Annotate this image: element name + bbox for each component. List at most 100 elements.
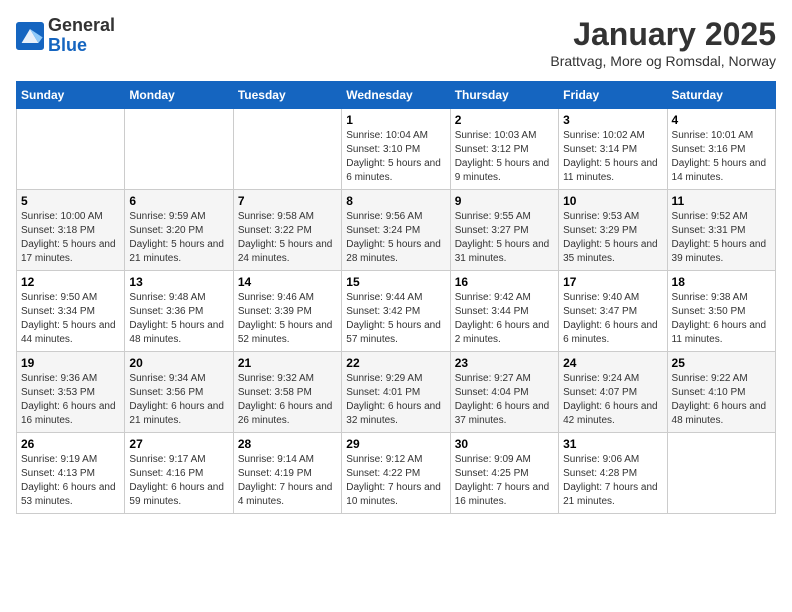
calendar-cell: 20 Sunrise: 9:34 AMSunset: 3:56 PMDayligh… xyxy=(125,352,233,433)
calendar-cell: 21 Sunrise: 9:32 AMSunset: 3:58 PMDayligh… xyxy=(233,352,341,433)
calendar-cell: 30 Sunrise: 9:09 AMSunset: 4:25 PMDayligh… xyxy=(450,433,558,514)
calendar-cell: 23 Sunrise: 9:27 AMSunset: 4:04 PMDayligh… xyxy=(450,352,558,433)
day-number: 29 xyxy=(346,437,445,451)
day-number: 26 xyxy=(21,437,120,451)
calendar-cell: 8Sunrise: 9:56 AMSunset: 3:24 PMDaylight… xyxy=(342,190,450,271)
calendar-cell: 3 Sunrise: 10:02 AMSunset: 3:14 PMDayligh… xyxy=(559,109,667,190)
logo-icon xyxy=(16,22,44,50)
day-info: Sunrise: 9:40 AMSunset: 3:47 PMDaylight:… xyxy=(563,291,662,347)
day-info: Sunrise: 9:36 AMSunset: 3:53 PMDaylight:… xyxy=(21,372,120,428)
calendar-header-sunday: Sunday xyxy=(17,82,125,109)
day-number: 20 xyxy=(129,356,228,370)
calendar-cell: 12Sunrise: 9:50 AMSunset: 3:34 PMDayligh… xyxy=(17,271,125,352)
calendar-week-1: 1Sunrise: 10:04 AMSunset: 3:10 PMDayligh… xyxy=(17,109,776,190)
day-number: 22 xyxy=(346,356,445,370)
day-number: 4 xyxy=(672,113,771,127)
day-number: 14 xyxy=(238,275,337,289)
day-number: 18 xyxy=(672,275,771,289)
calendar-cell: 22 Sunrise: 9:29 AMSunset: 4:01 PMDayligh… xyxy=(342,352,450,433)
day-number: 31 xyxy=(563,437,662,451)
calendar-cell: 18 Sunrise: 9:38 AMSunset: 3:50 PMDayligh… xyxy=(667,271,775,352)
calendar-header-friday: Friday xyxy=(559,82,667,109)
calendar-cell: 5Sunrise: 10:00 AMSunset: 3:18 PMDayligh… xyxy=(17,190,125,271)
logo-blue: Blue xyxy=(48,36,115,56)
day-info: Sunrise: 9:59 AMSunset: 3:20 PMDaylight:… xyxy=(129,210,228,266)
day-info: Sunrise: 9:52 AMSunset: 3:31 PMDaylight:… xyxy=(672,210,771,266)
day-info: Sunrise: 10:04 AMSunset: 3:10 PMDaylight… xyxy=(346,129,445,185)
calendar-week-3: 12Sunrise: 9:50 AMSunset: 3:34 PMDayligh… xyxy=(17,271,776,352)
day-number: 6 xyxy=(129,194,228,208)
day-info: Sunrise: 9:53 AMSunset: 3:29 PMDaylight:… xyxy=(563,210,662,266)
day-number: 17 xyxy=(563,275,662,289)
day-number: 27 xyxy=(129,437,228,451)
calendar-week-5: 26 Sunrise: 9:19 AMSunset: 4:13 PMDayligh… xyxy=(17,433,776,514)
day-info: Sunrise: 9:24 AMSunset: 4:07 PMDaylight:… xyxy=(563,372,662,428)
day-info: Sunrise: 9:22 AMSunset: 4:10 PMDaylight:… xyxy=(672,372,771,428)
calendar-cell: 4 Sunrise: 10:01 AMSunset: 3:16 PMDayligh… xyxy=(667,109,775,190)
day-number: 2 xyxy=(455,113,554,127)
day-number: 15 xyxy=(346,275,445,289)
calendar-cell: 15 Sunrise: 9:44 AMSunset: 3:42 PMDayligh… xyxy=(342,271,450,352)
day-info: Sunrise: 10:01 AMSunset: 3:16 PMDaylight… xyxy=(672,129,771,185)
calendar-header-thursday: Thursday xyxy=(450,82,558,109)
calendar-cell: 17 Sunrise: 9:40 AMSunset: 3:47 PMDayligh… xyxy=(559,271,667,352)
calendar-header-row: SundayMondayTuesdayWednesdayThursdayFrid… xyxy=(17,82,776,109)
calendar-cell: 26 Sunrise: 9:19 AMSunset: 4:13 PMDayligh… xyxy=(17,433,125,514)
title-area: January 2025 Brattvag, More og Romsdal, … xyxy=(550,16,776,69)
day-info: Sunrise: 9:44 AMSunset: 3:42 PMDaylight:… xyxy=(346,291,445,347)
page-header: General Blue January 2025 Brattvag, More… xyxy=(16,16,776,69)
calendar-week-2: 5Sunrise: 10:00 AMSunset: 3:18 PMDayligh… xyxy=(17,190,776,271)
calendar-cell xyxy=(233,109,341,190)
day-info: Sunrise: 9:09 AMSunset: 4:25 PMDaylight:… xyxy=(455,453,554,509)
day-info: Sunrise: 9:50 AMSunset: 3:34 PMDaylight:… xyxy=(21,291,120,347)
calendar-cell: 2 Sunrise: 10:03 AMSunset: 3:12 PMDayligh… xyxy=(450,109,558,190)
location-subtitle: Brattvag, More og Romsdal, Norway xyxy=(550,53,776,69)
calendar-cell: 6 Sunrise: 9:59 AMSunset: 3:20 PMDaylight… xyxy=(125,190,233,271)
calendar-cell: 14 Sunrise: 9:46 AMSunset: 3:39 PMDayligh… xyxy=(233,271,341,352)
day-number: 10 xyxy=(563,194,662,208)
day-info: Sunrise: 9:48 AMSunset: 3:36 PMDaylight:… xyxy=(129,291,228,347)
day-info: Sunrise: 9:14 AMSunset: 4:19 PMDaylight:… xyxy=(238,453,337,509)
calendar-cell: 31Sunrise: 9:06 AMSunset: 4:28 PMDayligh… xyxy=(559,433,667,514)
day-number: 8 xyxy=(346,194,445,208)
day-number: 16 xyxy=(455,275,554,289)
logo: General Blue xyxy=(16,16,115,56)
day-info: Sunrise: 9:32 AMSunset: 3:58 PMDaylight:… xyxy=(238,372,337,428)
calendar-cell: 1Sunrise: 10:04 AMSunset: 3:10 PMDayligh… xyxy=(342,109,450,190)
day-number: 5 xyxy=(21,194,120,208)
day-info: Sunrise: 9:46 AMSunset: 3:39 PMDaylight:… xyxy=(238,291,337,347)
day-info: Sunrise: 9:55 AMSunset: 3:27 PMDaylight:… xyxy=(455,210,554,266)
calendar-cell: 7Sunrise: 9:58 AMSunset: 3:22 PMDaylight… xyxy=(233,190,341,271)
month-title: January 2025 xyxy=(550,16,776,53)
day-info: Sunrise: 9:27 AMSunset: 4:04 PMDaylight:… xyxy=(455,372,554,428)
day-info: Sunrise: 9:34 AMSunset: 3:56 PMDaylight:… xyxy=(129,372,228,428)
calendar-week-4: 19 Sunrise: 9:36 AMSunset: 3:53 PMDayligh… xyxy=(17,352,776,433)
day-number: 3 xyxy=(563,113,662,127)
calendar-cell: 10 Sunrise: 9:53 AMSunset: 3:29 PMDayligh… xyxy=(559,190,667,271)
day-info: Sunrise: 9:12 AMSunset: 4:22 PMDaylight:… xyxy=(346,453,445,509)
day-info: Sunrise: 9:42 AMSunset: 3:44 PMDaylight:… xyxy=(455,291,554,347)
day-info: Sunrise: 9:38 AMSunset: 3:50 PMDaylight:… xyxy=(672,291,771,347)
calendar-cell: 29 Sunrise: 9:12 AMSunset: 4:22 PMDayligh… xyxy=(342,433,450,514)
day-number: 19 xyxy=(21,356,120,370)
day-info: Sunrise: 9:19 AMSunset: 4:13 PMDaylight:… xyxy=(21,453,120,509)
day-number: 9 xyxy=(455,194,554,208)
day-number: 30 xyxy=(455,437,554,451)
calendar-cell: 27Sunrise: 9:17 AMSunset: 4:16 PMDayligh… xyxy=(125,433,233,514)
calendar-header-tuesday: Tuesday xyxy=(233,82,341,109)
calendar-header-monday: Monday xyxy=(125,82,233,109)
day-info: Sunrise: 10:02 AMSunset: 3:14 PMDaylight… xyxy=(563,129,662,185)
calendar-header-saturday: Saturday xyxy=(667,82,775,109)
day-number: 13 xyxy=(129,275,228,289)
day-number: 21 xyxy=(238,356,337,370)
day-number: 25 xyxy=(672,356,771,370)
calendar-cell: 28 Sunrise: 9:14 AMSunset: 4:19 PMDayligh… xyxy=(233,433,341,514)
calendar-header-wednesday: Wednesday xyxy=(342,82,450,109)
day-number: 28 xyxy=(238,437,337,451)
day-info: Sunrise: 10:03 AMSunset: 3:12 PMDaylight… xyxy=(455,129,554,185)
day-info: Sunrise: 9:29 AMSunset: 4:01 PMDaylight:… xyxy=(346,372,445,428)
calendar-cell: 11Sunrise: 9:52 AMSunset: 3:31 PMDayligh… xyxy=(667,190,775,271)
day-number: 23 xyxy=(455,356,554,370)
calendar-cell xyxy=(667,433,775,514)
logo-general: General xyxy=(48,16,115,36)
